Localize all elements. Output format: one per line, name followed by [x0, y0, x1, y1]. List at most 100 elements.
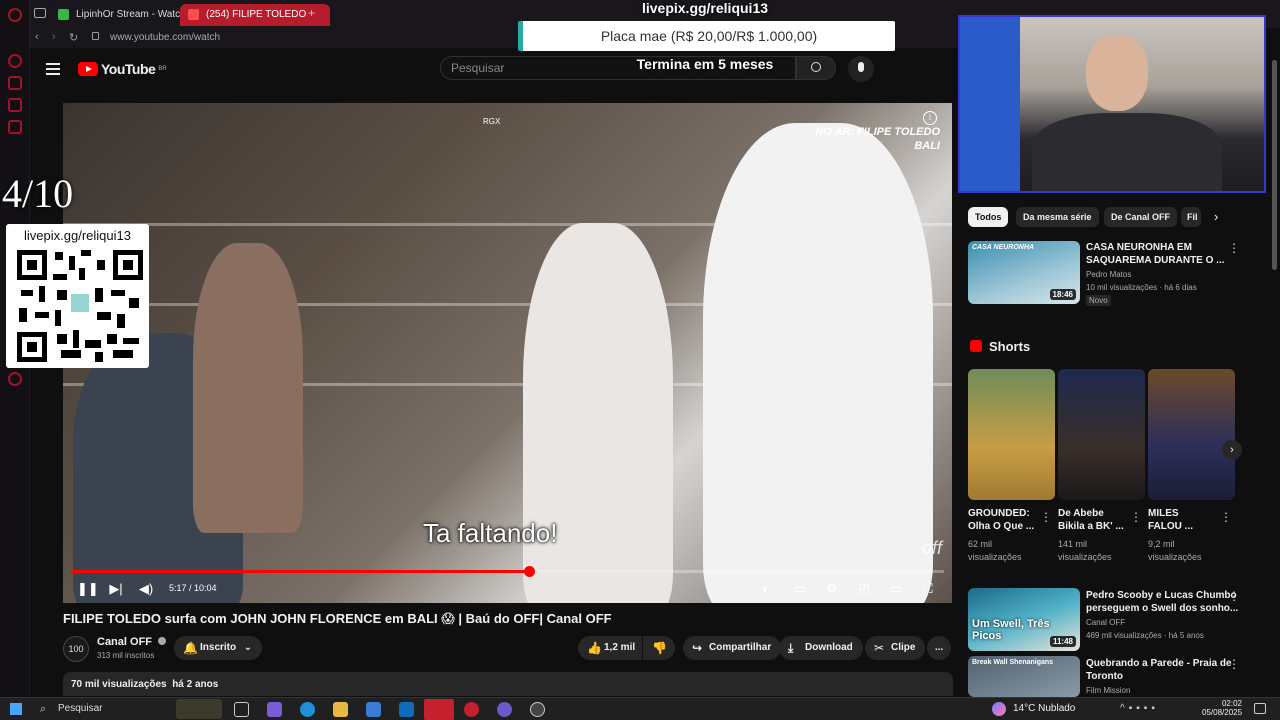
more-options-icon[interactable]: ⋮ [1228, 241, 1240, 255]
more-options-icon[interactable]: ⋮ [1040, 510, 1052, 524]
short-thumbnail[interactable] [1148, 369, 1235, 500]
voice-search-button[interactable] [848, 56, 874, 82]
video-player[interactable]: RGX i NO AR: FILIPE TOLEDO BALI Ta falta… [63, 103, 952, 603]
clip-button[interactable]: ✂ Clipe [865, 636, 926, 660]
channel-avatar[interactable]: 100 [63, 636, 89, 662]
outlook-icon[interactable] [399, 702, 414, 717]
store-icon[interactable] [366, 702, 381, 717]
short-thumbnail[interactable] [1058, 369, 1145, 500]
more-options-icon[interactable]: ⋮ [1220, 510, 1232, 524]
subtitle-caption: Ta faltando! [423, 518, 558, 548]
short-thumbnail[interactable] [968, 369, 1055, 500]
autoplay-toggle[interactable]: ◐ [757, 580, 775, 598]
duration-badge: 18:46 [1049, 289, 1076, 300]
subtitles-icon[interactable]: ▭ [791, 580, 809, 598]
video-channel[interactable]: Pedro Matos [1086, 268, 1131, 281]
video-thumbnail[interactable]: CASA NEURONHA 18:46 [968, 241, 1080, 304]
chip-from-channel[interactable]: De Canal OFF [1104, 207, 1178, 227]
short-title[interactable]: De Abebe Bikila a BK' ... [1058, 507, 1124, 533]
shorts-next-button[interactable]: › [1222, 440, 1242, 460]
copilot-icon[interactable] [267, 702, 282, 717]
back-icon[interactable]: ‹ [35, 31, 39, 43]
volume-icon[interactable]: ◀) [137, 580, 155, 598]
short-title[interactable]: MILES FALOU ... [1148, 507, 1193, 533]
thumbs-down-icon: 👎 [652, 641, 667, 655]
search-icon [811, 62, 821, 72]
next-button[interactable]: ▶| [107, 580, 125, 598]
more-options-icon[interactable]: ⋮ [1130, 510, 1142, 524]
opera-gx-icon[interactable] [464, 702, 479, 717]
miniplayer-icon[interactable]: ◰ [855, 580, 873, 598]
sidebar-app-icon[interactable] [8, 98, 22, 112]
taskbar-search-icon[interactable]: ⌕ [40, 703, 46, 716]
chevron-right-icon[interactable]: › [1214, 209, 1218, 224]
livepix-url-overlay: livepix.gg/reliqui13 [641, 0, 769, 16]
taskbar-search-input[interactable]: Pesquisar [58, 703, 102, 714]
like-button[interactable]: 👍 1,2 mil [578, 636, 642, 660]
info-icon[interactable]: i [923, 111, 937, 125]
weather-icon [992, 702, 1006, 716]
video-thumbnail[interactable]: Break Wall Shenanigans [968, 656, 1080, 697]
theater-mode-icon[interactable]: ▭ [887, 580, 905, 598]
chip-more[interactable]: Fil [1181, 207, 1201, 227]
sidebar-app-icon[interactable] [8, 120, 22, 134]
video-channel[interactable]: Canal OFF [1086, 616, 1125, 629]
video-channel[interactable]: Film Mission [1086, 684, 1130, 697]
tab-menu-icon[interactable] [34, 8, 46, 18]
new-tab-button[interactable]: + [308, 6, 315, 20]
task-view-icon[interactable] [234, 702, 249, 717]
settings-icon[interactable]: ⚙ [823, 580, 841, 598]
obs-icon[interactable] [530, 702, 545, 717]
chip-same-series[interactable]: Da mesma série [1016, 207, 1099, 227]
windows-taskbar: ⌕ Pesquisar 14°C Nublado ^▪▪▪▪ 02:02 05/0… [0, 697, 1280, 720]
video-title[interactable]: CASA NEURONHA EM SAQUAREMA DURANTE O ... [1086, 241, 1225, 267]
opera-logo-icon[interactable] [8, 8, 22, 22]
short-views: 62 mil visualizações [968, 539, 1022, 562]
sidebar-app-icon[interactable] [8, 76, 22, 90]
donation-goal-bar: Placa mae (R$ 20,00/R$ 1.000,00) [518, 21, 895, 51]
more-options-icon[interactable]: ⋮ [1228, 657, 1240, 671]
download-icon: ⤓ [788, 641, 794, 655]
file-explorer-icon[interactable] [333, 702, 348, 717]
forward-icon[interactable]: › [52, 31, 56, 43]
chip-all[interactable]: Todos [968, 207, 1009, 227]
subscribed-button[interactable]: 🔔 Inscrito ⌄ [174, 636, 263, 660]
channel-name[interactable]: Canal OFF [97, 636, 167, 648]
pause-button[interactable]: ❚❚ [77, 580, 99, 598]
qr-label: livepix.gg/reliqui13 [24, 228, 131, 243]
download-button[interactable]: ⤓ Download [779, 636, 863, 660]
edge-icon[interactable] [300, 702, 315, 717]
more-options-icon[interactable]: ⋮ [1228, 589, 1240, 603]
page-scrollbar[interactable] [1272, 60, 1277, 270]
opera-taskbar-icon[interactable] [424, 699, 454, 720]
menu-icon[interactable] [46, 60, 60, 78]
system-tray-icons[interactable]: ^▪▪▪▪ [1120, 703, 1159, 714]
reload-icon[interactable]: ↻ [69, 31, 78, 44]
description-box[interactable]: 70 mil visualizações há 2 anos [63, 672, 953, 696]
url-field[interactable]: www.youtube.com/watch [110, 32, 220, 43]
sidebar-app-icon[interactable] [8, 54, 22, 68]
streamer-body [1032, 113, 1222, 191]
search-highlight-icon [176, 699, 222, 719]
subscriber-count: 313 mil inscritos [97, 651, 155, 660]
video-thumbnail[interactable]: Um Swell, Três Picos 11:48 [968, 588, 1080, 651]
goal-deadline-text: Termina em 5 meses [636, 56, 774, 72]
youtube-logo[interactable]: YouTube BR [78, 61, 167, 77]
weather-text[interactable]: 14°C Nublado [1013, 703, 1075, 714]
clock[interactable]: 02:02 05/08/2025 [1202, 699, 1242, 717]
windows-start-icon[interactable] [10, 703, 22, 715]
share-button[interactable]: ↪ Compartilhar [683, 636, 782, 660]
fullscreen-icon[interactable]: ⛶ [919, 580, 937, 598]
player-top-icons[interactable]: RGX [483, 117, 543, 131]
settings-icon[interactable] [8, 372, 22, 386]
dislike-button[interactable]: 👎 [643, 636, 675, 660]
notifications-icon[interactable] [1254, 703, 1266, 714]
tab-lipinhor-stream[interactable]: LipinhOr Stream - Watch l [50, 4, 200, 26]
video-title[interactable]: Pedro Scooby e Lucas Chumbo perseguem o S… [1086, 589, 1238, 615]
discord-icon[interactable] [497, 702, 512, 717]
webcam-background [960, 17, 1020, 191]
progress-bar[interactable] [71, 566, 944, 577]
more-actions-button[interactable]: ... [927, 636, 951, 660]
video-title[interactable]: Quebrando a Parede - Praia de Toronto [1086, 657, 1232, 683]
short-title[interactable]: GROUNDED: Olha O Que ... [968, 507, 1034, 533]
